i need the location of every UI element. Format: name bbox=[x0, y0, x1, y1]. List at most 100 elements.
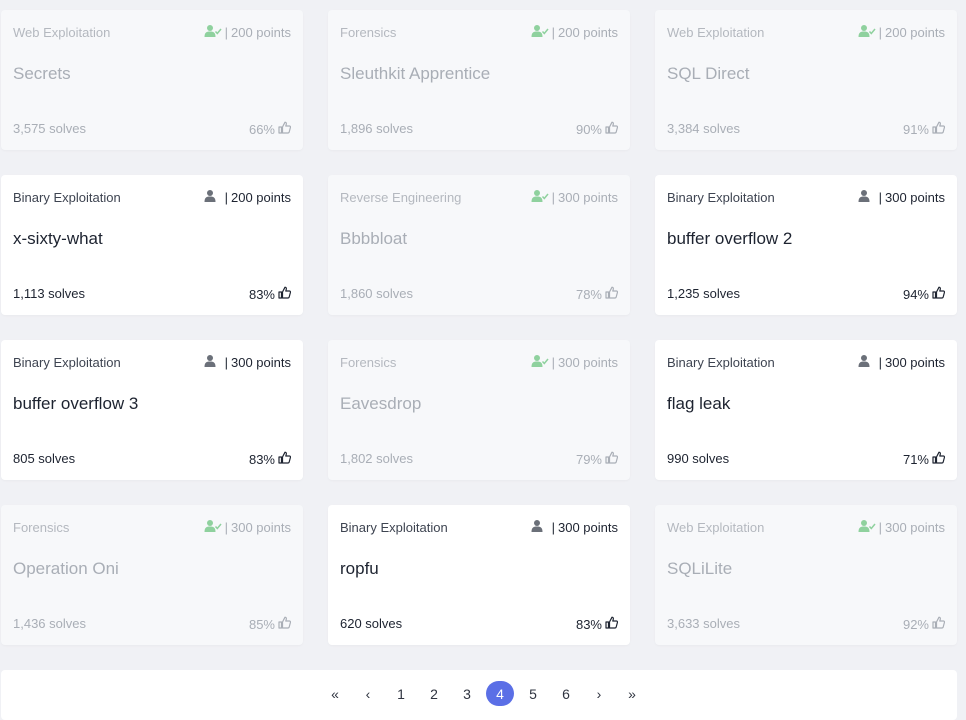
points-separator: | bbox=[551, 355, 555, 370]
points-label: 300 points bbox=[231, 520, 291, 535]
first-page-button[interactable]: « bbox=[321, 681, 349, 706]
points-separator: | bbox=[551, 190, 555, 205]
solve-count: 3,384 solves bbox=[667, 121, 740, 136]
challenge-rating: 83% bbox=[248, 286, 292, 302]
rating-value: 92% bbox=[902, 616, 929, 632]
challenge-card[interactable]: Forensics | 300 points Operation Oni 1,436 s… bbox=[1, 505, 303, 645]
user-check-icon bbox=[531, 189, 549, 206]
challenge-name[interactable]: Bbbbloat bbox=[340, 229, 407, 249]
solve-count: 1,896 solves bbox=[340, 121, 413, 136]
next-page-button[interactable]: › bbox=[585, 681, 613, 706]
challenge-card[interactable]: Binary Exploitation | 300 points buffer ove… bbox=[655, 175, 957, 315]
points-label: 300 points bbox=[558, 355, 618, 370]
challenge-category: Reverse Engineering bbox=[340, 190, 462, 205]
challenge-rating: 90% bbox=[576, 121, 619, 137]
page-2-button[interactable]: 2 bbox=[420, 681, 448, 706]
points-separator: | bbox=[878, 355, 882, 370]
challenge-category: Binary Exploitation bbox=[340, 520, 448, 535]
last-page-button[interactable]: » bbox=[618, 681, 646, 706]
challenge-card[interactable]: Reverse Engineering | 300 points Bbbbloat 1,… bbox=[328, 175, 630, 315]
page-1-button[interactable]: 1 bbox=[387, 681, 415, 706]
solve-count: 3,633 solves bbox=[667, 616, 740, 631]
rating-value: 71% bbox=[902, 451, 929, 467]
previous-page-button[interactable]: ‹ bbox=[354, 681, 382, 706]
challenge-rating: 94% bbox=[903, 286, 946, 302]
user-check-icon bbox=[531, 354, 549, 371]
challenge-card[interactable]: Forensics | 300 points Eavesdrop 1,802 solve… bbox=[328, 340, 630, 480]
challenge-category: Binary Exploitation bbox=[13, 355, 121, 370]
challenge-category: Binary Exploitation bbox=[667, 355, 775, 370]
rating-value: 78% bbox=[575, 286, 602, 302]
challenge-rating: 66% bbox=[249, 121, 292, 137]
thumbs-up-icon bbox=[932, 616, 946, 632]
pagination: «‹ 1 2 3 4 5 6 ›» bbox=[321, 681, 651, 706]
challenge-points: | 300 points bbox=[858, 189, 945, 206]
solve-count: 1,860 solves bbox=[340, 286, 413, 301]
challenge-card[interactable]: Forensics | 200 points Sleuthkit Apprentice… bbox=[328, 10, 630, 150]
challenge-card[interactable]: Binary Exploitation | 200 points x-sixty-wh… bbox=[1, 175, 303, 315]
points-separator: | bbox=[224, 25, 228, 40]
challenge-name[interactable]: buffer overflow 3 bbox=[13, 394, 138, 414]
thumbs-up-icon bbox=[605, 121, 619, 137]
challenge-name[interactable]: SQL Direct bbox=[667, 64, 750, 84]
challenge-name[interactable]: ropfu bbox=[340, 559, 379, 579]
challenge-category: Web Exploitation bbox=[13, 25, 111, 40]
pagination-bar: «‹ 1 2 3 4 5 6 ›» bbox=[1, 670, 957, 720]
challenge-category: Forensics bbox=[340, 25, 397, 40]
points-separator: | bbox=[224, 190, 228, 205]
user-icon bbox=[858, 189, 876, 206]
challenge-card[interactable]: Binary Exploitation | 300 points ropfu 620 s… bbox=[328, 505, 630, 645]
points-separator: | bbox=[224, 355, 228, 370]
solve-count: 620 solves bbox=[340, 616, 403, 631]
challenge-points: | 300 points bbox=[531, 519, 618, 536]
challenge-card[interactable]: Web Exploitation | 300 points SQLiLite 3,633… bbox=[655, 505, 957, 645]
thumbs-up-icon bbox=[278, 616, 292, 632]
user-icon bbox=[204, 354, 222, 371]
challenge-name[interactable]: buffer overflow 2 bbox=[667, 229, 792, 249]
challenge-card[interactable]: Binary Exploitation | 300 points buffer ove… bbox=[1, 340, 303, 480]
challenge-name[interactable]: x-sixty-what bbox=[13, 229, 103, 249]
user-check-icon bbox=[858, 519, 876, 536]
challenge-category: Forensics bbox=[340, 355, 397, 370]
challenge-name[interactable]: Secrets bbox=[13, 64, 71, 84]
solve-count: 1,436 solves bbox=[13, 616, 86, 631]
challenge-rating: 71% bbox=[902, 451, 946, 467]
points-label: 200 points bbox=[558, 25, 618, 40]
points-label: 300 points bbox=[231, 355, 291, 370]
thumbs-up-icon bbox=[278, 451, 292, 467]
challenge-category: Binary Exploitation bbox=[667, 190, 775, 205]
points-label: 200 points bbox=[885, 25, 945, 40]
page-6-button[interactable]: 6 bbox=[552, 681, 580, 706]
user-check-icon bbox=[204, 24, 222, 41]
challenge-points: | 200 points bbox=[531, 24, 618, 41]
rating-value: 79% bbox=[575, 451, 602, 467]
rating-value: 83% bbox=[248, 286, 275, 302]
challenge-points: | 200 points bbox=[858, 24, 945, 41]
page-5-button[interactable]: 5 bbox=[519, 681, 547, 706]
challenge-points: | 300 points bbox=[531, 354, 618, 371]
challenge-name[interactable]: Eavesdrop bbox=[340, 394, 421, 414]
challenge-name[interactable]: Sleuthkit Apprentice bbox=[340, 64, 490, 84]
challenge-points: | 300 points bbox=[858, 354, 945, 371]
challenge-name[interactable]: Operation Oni bbox=[13, 559, 119, 579]
solve-count: 3,575 solves bbox=[13, 121, 86, 136]
challenge-name[interactable]: SQLiLite bbox=[667, 559, 732, 579]
challenge-card[interactable]: Web Exploitation | 200 points Secrets 3,575 … bbox=[1, 10, 303, 150]
thumbs-up-icon bbox=[605, 286, 619, 302]
challenge-category: Forensics bbox=[13, 520, 70, 535]
points-separator: | bbox=[878, 25, 882, 40]
challenge-rating: 78% bbox=[575, 286, 619, 302]
page-4-button[interactable]: 4 bbox=[486, 681, 514, 706]
challenge-card[interactable]: Web Exploitation | 200 points SQL Direct 3,3… bbox=[655, 10, 957, 150]
thumbs-up-icon bbox=[278, 286, 292, 302]
user-check-icon bbox=[204, 519, 222, 536]
page-3-button[interactable]: 3 bbox=[453, 681, 481, 706]
thumbs-up-icon bbox=[605, 451, 619, 467]
solve-count: 1,235 solves bbox=[667, 286, 740, 301]
challenge-name[interactable]: flag leak bbox=[667, 394, 730, 414]
points-separator: | bbox=[878, 520, 882, 535]
points-separator: | bbox=[551, 25, 555, 40]
challenge-points: | 300 points bbox=[531, 189, 618, 206]
challenge-card[interactable]: Binary Exploitation | 300 points flag leak 9… bbox=[655, 340, 957, 480]
rating-value: 83% bbox=[248, 451, 275, 467]
